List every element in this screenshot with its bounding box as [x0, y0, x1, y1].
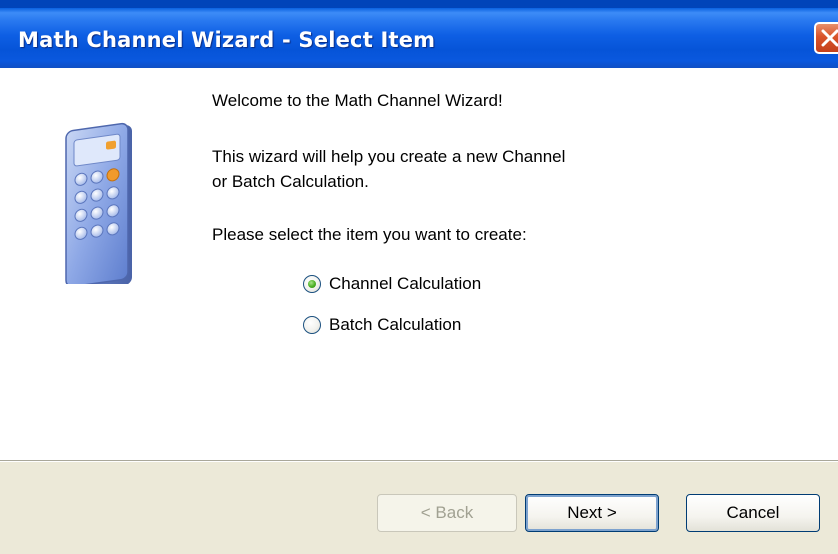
radio-selected-dot [308, 280, 316, 288]
next-button[interactable]: Next > [525, 494, 659, 532]
radio-label-channel[interactable]: Channel Calculation [329, 274, 481, 294]
title-bar[interactable]: Math Channel Wizard - Select Item [0, 8, 838, 68]
close-icon [821, 29, 838, 47]
wizard-window: Math Channel Wizard - Select Item Welcom… [0, 0, 838, 554]
cancel-button[interactable]: Cancel [686, 494, 820, 532]
titlebar-edge [0, 0, 838, 8]
radio-label-batch[interactable]: Batch Calculation [329, 315, 461, 335]
welcome-text: Welcome to the Math Channel Wizard! [212, 91, 503, 110]
close-button[interactable] [814, 22, 838, 54]
radio-button-unselected[interactable] [303, 316, 321, 334]
calculator-icon [65, 122, 132, 284]
radio-channel-calculation[interactable]: Channel Calculation [303, 272, 481, 296]
radio-button-selected[interactable] [303, 275, 321, 293]
radio-batch-calculation[interactable]: Batch Calculation [303, 313, 461, 337]
window-title: Math Channel Wizard - Select Item [18, 28, 436, 52]
back-button[interactable]: < Back [377, 494, 517, 532]
select-prompt: Please select the item you want to creat… [212, 225, 527, 244]
description-line-1: This wizard will help you create a new C… [212, 147, 566, 166]
description-line-2: or Batch Calculation. [212, 172, 369, 191]
